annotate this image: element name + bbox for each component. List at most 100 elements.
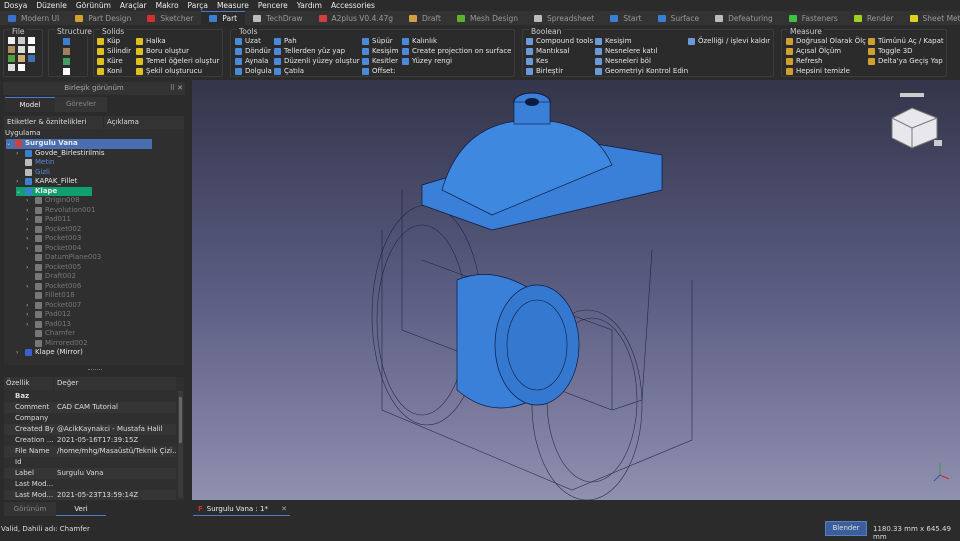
menu-0[interactable]: Dosya bbox=[4, 1, 27, 10]
tree-item[interactable]: › KAPAK_Fillet bbox=[16, 177, 77, 187]
tab-model[interactable]: Model bbox=[5, 97, 55, 112]
property-row[interactable]: Label Surgulu Vana bbox=[4, 468, 176, 479]
workbench-tab[interactable]: Sketcher bbox=[139, 11, 201, 25]
property-row[interactable]: Id bbox=[4, 457, 176, 468]
measure-tool-button[interactable]: Hepsini temizle bbox=[786, 67, 850, 75]
copy-icon[interactable] bbox=[28, 37, 35, 44]
property-value[interactable] bbox=[54, 457, 176, 468]
workbench-tab[interactable]: Draft bbox=[401, 11, 449, 25]
tree-item[interactable]: ⌄ Surgulu Vana bbox=[6, 139, 152, 149]
tree-item[interactable]: › Origin008 bbox=[26, 196, 80, 206]
workbench-tab[interactable]: Modern UI bbox=[0, 11, 67, 25]
refresh-icon[interactable] bbox=[28, 46, 35, 53]
tools-tool-button[interactable]: Uzat bbox=[235, 37, 261, 45]
tree-item[interactable]: › Govde_Birlestirilmis bbox=[16, 149, 105, 159]
boolean-tool-button[interactable]: Özelliği / işlevi kaldır bbox=[688, 37, 770, 45]
solids-tool-button[interactable]: Boru oluştur bbox=[136, 47, 189, 55]
property-value[interactable]: @AcikKaynakci - Mustafa Halil bbox=[54, 424, 176, 435]
measure-tool-button[interactable]: Açısal Ölçüm bbox=[786, 47, 841, 55]
workbench-tab[interactable]: Mesh Design bbox=[449, 11, 526, 25]
help-icon[interactable] bbox=[28, 55, 35, 62]
clipboard-icon[interactable] bbox=[18, 55, 25, 62]
property-row[interactable]: Last Mod... bbox=[4, 479, 176, 490]
property-row[interactable]: Comment CAD CAM Tutorial bbox=[4, 402, 176, 413]
column-description[interactable]: Açıklama bbox=[104, 116, 139, 129]
expand-arrow-icon[interactable]: › bbox=[26, 234, 32, 244]
solids-tool-button[interactable]: Küp bbox=[97, 37, 120, 45]
tools-tool-button[interactable]: Kalınlık bbox=[402, 37, 437, 45]
solids-tool-button[interactable]: Küre bbox=[97, 57, 123, 65]
expand-arrow-icon[interactable]: › bbox=[26, 263, 32, 273]
tree-item[interactable]: › Pad011 bbox=[26, 215, 71, 225]
3d-viewport[interactable] bbox=[192, 80, 960, 501]
boolean-tool-button[interactable]: Mantıksal bbox=[526, 47, 569, 55]
tree-item[interactable]: › Pocket002 bbox=[26, 225, 81, 235]
expand-arrow-icon[interactable]: › bbox=[26, 244, 32, 254]
solids-tool-button[interactable]: Silindir bbox=[97, 47, 131, 55]
solids-tool-button[interactable]: Şekil oluşturucu bbox=[136, 67, 202, 75]
tools-tool-button[interactable]: Pah bbox=[274, 37, 297, 45]
workbench-tab[interactable]: Fasteners bbox=[781, 11, 846, 25]
splitter-handle[interactable] bbox=[88, 369, 102, 371]
measure-tool-button[interactable]: Delta'ya Geçiş Yap bbox=[868, 57, 943, 65]
paste-icon[interactable] bbox=[18, 46, 25, 53]
menu-1[interactable]: Düzenle bbox=[36, 1, 67, 10]
menu-5[interactable]: Parça bbox=[188, 1, 208, 10]
tree-item[interactable]: DatumPlane003 bbox=[26, 253, 101, 263]
expand-arrow-icon[interactable]: › bbox=[26, 282, 32, 292]
measure-tool-button[interactable]: Tümünü Aç / Kapat bbox=[868, 37, 944, 45]
tree-item[interactable]: Chamfer bbox=[26, 329, 75, 339]
boolean-tool-button[interactable]: Compound tools bbox=[526, 37, 593, 45]
property-value[interactable] bbox=[54, 413, 176, 424]
measure-tool-button[interactable]: Doğrusal Olarak Ölç bbox=[786, 37, 866, 45]
tab-data[interactable]: Veri bbox=[56, 502, 106, 516]
tree-item[interactable]: › Klape (Mirror) bbox=[16, 348, 83, 358]
menu-2[interactable]: Görünüm bbox=[76, 1, 111, 10]
tools-tool-button[interactable]: Kesişim bbox=[362, 47, 399, 55]
tree-item[interactable]: › Pocket003 bbox=[26, 234, 81, 244]
menu-9[interactable]: Accessories bbox=[331, 1, 375, 10]
solids-tool-button[interactable]: Temel öğeleri oluştur bbox=[136, 57, 219, 65]
property-value[interactable]: Surgulu Vana bbox=[54, 468, 176, 479]
property-group[interactable]: Baz bbox=[4, 391, 176, 402]
measure-tool-button[interactable]: Toggle 3D bbox=[868, 47, 913, 55]
tree-item[interactable]: Gizli bbox=[16, 168, 50, 178]
boolean-tool-button[interactable]: Nesnelere katıl bbox=[595, 47, 657, 55]
navigation-style-button[interactable]: Blender bbox=[825, 521, 867, 536]
property-value[interactable]: 2021-05-16T17:39:15Z bbox=[54, 435, 176, 446]
expand-arrow-icon[interactable]: › bbox=[26, 320, 32, 330]
property-row[interactable]: Created By @AcikKaynakci - Mustafa Halil bbox=[4, 424, 176, 435]
tools-tool-button[interactable]: Offset: bbox=[362, 67, 395, 75]
close-icon[interactable]: ✕ bbox=[177, 82, 183, 95]
expand-arrow-icon[interactable]: › bbox=[26, 225, 32, 235]
tab-view[interactable]: Görünüm bbox=[4, 502, 56, 516]
tools-tool-button[interactable]: Düzenli yüzey oluştur bbox=[274, 57, 360, 65]
tree-item[interactable]: ⌄ Klape bbox=[16, 186, 92, 196]
workbench-tab[interactable]: Part bbox=[201, 11, 246, 25]
property-row[interactable]: Creation ... 2021-05-16T17:39:15Z bbox=[4, 435, 176, 446]
tree-item[interactable]: Draft002 bbox=[26, 272, 76, 282]
solids-tool-button[interactable]: Halka bbox=[136, 37, 166, 45]
workbench-tab[interactable]: Defeaturing bbox=[707, 11, 781, 25]
column-labels[interactable]: Etiketler & öznitelikleri bbox=[4, 116, 104, 129]
boolean-tool-button[interactable]: Kes bbox=[526, 57, 548, 65]
boolean-tool-button[interactable]: Kesişim bbox=[595, 37, 632, 45]
tree-item[interactable]: › Pocket005 bbox=[26, 263, 81, 273]
open-icon[interactable] bbox=[8, 46, 15, 53]
workbench-tab[interactable]: Render bbox=[846, 11, 902, 25]
workbench-tab[interactable]: Surface bbox=[650, 11, 708, 25]
workbench-tab[interactable]: TechDraw bbox=[245, 11, 310, 25]
boolean-tool-button[interactable]: Birleştir bbox=[526, 67, 563, 75]
menu-8[interactable]: Yardım bbox=[297, 1, 322, 10]
expand-arrow-icon[interactable]: › bbox=[16, 149, 22, 159]
property-value[interactable]: /home/mhg/Masaüstü/Teknik Çizi... bbox=[54, 446, 176, 457]
workbench-tab[interactable]: Start bbox=[602, 11, 649, 25]
workbench-tab[interactable]: Sheet Metal V0.2. bbox=[902, 11, 960, 25]
workbench-tab[interactable]: Part Design bbox=[67, 11, 139, 25]
tools-tool-button[interactable]: Create projection on surface bbox=[402, 47, 511, 55]
tree-item[interactable]: › Pocket007 bbox=[26, 301, 81, 311]
expand-arrow-icon[interactable]: › bbox=[26, 215, 32, 225]
tree-item[interactable]: › Pad013 bbox=[26, 320, 71, 330]
tools-tool-button[interactable]: Süpür bbox=[362, 37, 393, 45]
solids-tool-button[interactable]: Koni bbox=[97, 67, 122, 75]
